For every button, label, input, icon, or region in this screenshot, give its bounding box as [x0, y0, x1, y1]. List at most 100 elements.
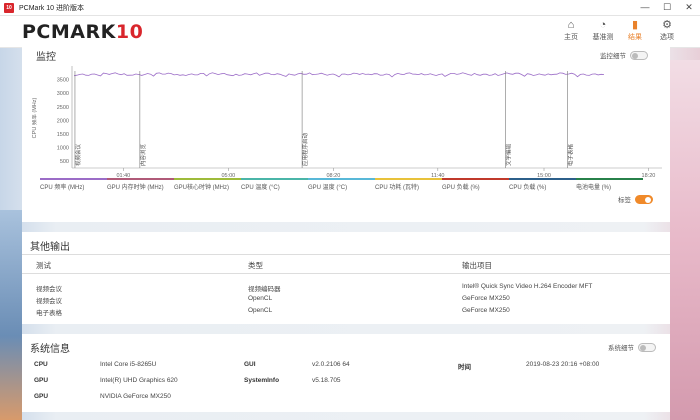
system-details-toggle-row: 系统细节	[608, 342, 656, 352]
legend-label: GPU 内存时钟 (MHz)	[107, 185, 164, 191]
window-titlebar: 10 PCMark 10 进阶版本 — ☐ ✕	[0, 0, 700, 16]
monitor-details-label: 监控细节	[600, 53, 626, 60]
gear-icon: ⚙	[662, 19, 672, 31]
y-tick-label: 2500	[57, 105, 69, 111]
pcmark-logo: PCMARK10	[22, 21, 144, 43]
legend-item[interactable]: CPU 功耗 (瓦特)	[375, 178, 442, 191]
column-header-type: 类型	[248, 261, 263, 270]
cpu-frequency-chart: CPU 频率 (MHz)3500300025002000150010005000…	[32, 66, 662, 178]
nav-item-label: 主页	[564, 34, 578, 41]
event-marker-label: 电子表格	[567, 143, 575, 166]
markers-label: 标签	[618, 197, 631, 204]
monitor-panel: 监控 监控细节 CPU 频率 (MHz) 3500 3000 2500 2000 1500…	[22, 42, 670, 222]
legend-color-bar	[308, 178, 375, 180]
cpu-frequency-line	[73, 72, 605, 78]
column-header-output: 输出项目	[462, 261, 492, 270]
gauge-icon: ◔	[599, 19, 607, 31]
legend-label: GPU核心时钟 (MHz)	[174, 185, 229, 191]
legend-item[interactable]: GPU 内存时钟 (MHz)	[107, 178, 174, 191]
y-axis-label: CPU 频率 (MHz)	[32, 98, 38, 139]
system-details-toggle[interactable]	[638, 342, 656, 352]
y-tick-label: 500	[60, 159, 69, 165]
system-info-panel: 系统信息 系统细节 CPU Intel Core i5-8265U GPU In…	[22, 334, 670, 412]
markers-toggle-row: 标签	[618, 194, 653, 204]
systeminfo-label: SystemInfo	[244, 377, 280, 384]
legend-item[interactable]: CPU 负载 (%)	[509, 178, 576, 191]
gui-label: GUI	[244, 361, 256, 368]
gpu1-label: GPU	[34, 377, 49, 384]
legend-label: GPU 负载 (%)	[442, 185, 480, 191]
legend-label: CPU 负载 (%)	[509, 185, 547, 191]
event-marker-label: 文字编辑	[505, 143, 513, 166]
other-output-title: 其他输出	[30, 242, 70, 253]
legend-color-bar	[509, 178, 576, 180]
legend-color-bar	[174, 178, 241, 180]
window-controls: — ☐ ✕	[634, 0, 700, 16]
table-cell: 电子表格	[36, 310, 62, 317]
y-tick-label: 2000	[57, 118, 69, 124]
y-tick-label: 1000	[57, 146, 69, 152]
legend-label: CPU 功耗 (瓦特)	[375, 185, 419, 191]
nav-item-label: 结果	[628, 34, 642, 41]
table-row: 视频会议 OpenCL GeForce MX250	[22, 294, 670, 306]
systeminfo-value: v5.18.705	[312, 377, 341, 384]
time-value: 2019-08-23 20:16 +08:00	[526, 361, 600, 368]
maximize-icon[interactable]: ☐	[656, 0, 678, 16]
system-details-label: 系统细节	[608, 345, 634, 352]
table-cell: GeForce MX250	[462, 295, 510, 302]
legend-color-bar	[442, 178, 509, 180]
gpu2-value: NVIDIA GeForce MX250	[100, 393, 171, 400]
legend-item[interactable]: CPU 频率 (MHz)	[40, 178, 107, 191]
gpu1-value: Intel(R) UHD Graphics 620	[100, 377, 178, 384]
table-row: 视频会议 视频编码器 Intel® Quick Sync Video H.264 E…	[22, 282, 670, 294]
legend-color-bar	[241, 178, 308, 180]
window-title: PCMark 10 进阶版本	[19, 4, 84, 12]
y-tick-label: 3500	[57, 78, 69, 84]
y-tick-label: 3000	[57, 91, 69, 97]
table-cell: OpenCL	[248, 307, 273, 314]
legend-item[interactable]: GPU核心时钟 (MHz)	[174, 178, 241, 191]
close-icon[interactable]: ✕	[678, 0, 700, 16]
desktop-wallpaper-right	[670, 60, 700, 420]
monitor-title: 监控	[36, 52, 56, 63]
gpu2-label: GPU	[34, 393, 49, 400]
table-cell: 视频会议	[36, 286, 62, 293]
legend-color-bar	[375, 178, 442, 180]
legend-label: CPU 温度 (°C)	[241, 185, 280, 191]
table-cell: 视频会议	[36, 298, 62, 305]
legend-item[interactable]: GPU 温度 (°C)	[308, 178, 375, 191]
markers-toggle[interactable]	[635, 194, 653, 204]
app-icon: 10	[4, 2, 14, 13]
cpu-value: Intel Core i5-8265U	[100, 361, 157, 368]
legend-color-bar	[40, 178, 107, 180]
table-row: 电子表格 OpenCL GeForce MX250	[22, 306, 670, 318]
other-output-panel: 其他输出 测试 类型 输出项目 视频会议 视频编码器 Intel® Quick Sy…	[22, 232, 670, 324]
monitor-details-toggle-row: 监控细节	[600, 50, 648, 60]
legend-color-bar	[576, 178, 643, 180]
event-marker-label: 视频会议	[74, 143, 82, 166]
bar-chart-icon: ▮	[631, 19, 639, 31]
table-header: 测试 类型 输出项目	[22, 254, 670, 274]
time-label: 时间	[458, 364, 471, 371]
minimize-icon[interactable]: —	[634, 0, 656, 16]
legend-item[interactable]: 电池电量 (%)	[576, 178, 643, 191]
table-cell: Intel® Quick Sync Video H.264 Encoder MF…	[462, 283, 593, 290]
desktop-wallpaper-left	[0, 210, 22, 420]
legend-label: CPU 频率 (MHz)	[40, 185, 85, 191]
system-info-title: 系统信息	[30, 344, 70, 355]
legend-color-bar	[107, 178, 174, 180]
table-cell: 视频编码器	[248, 286, 281, 293]
cpu-label: CPU	[34, 361, 48, 368]
monitor-details-toggle[interactable]	[630, 50, 648, 60]
table-cell: OpenCL	[248, 295, 273, 302]
legend-label: 电池电量 (%)	[576, 185, 611, 191]
x-tick-label: 18:20	[642, 173, 656, 178]
legend-item[interactable]: CPU 温度 (°C)	[241, 178, 308, 191]
event-marker-label: 内容浏览	[139, 143, 147, 166]
legend-label: GPU 温度 (°C)	[308, 185, 348, 191]
chart-legend: CPU 频率 (MHz) GPU 内存时钟 (MHz) GPU核心时钟 (MHz) C…	[40, 178, 643, 191]
home-icon: ⌂	[567, 19, 575, 31]
legend-item[interactable]: GPU 负载 (%)	[442, 178, 509, 191]
nav-item-label: 选项	[660, 34, 674, 41]
event-marker-label: 应用程序启动	[301, 132, 309, 166]
